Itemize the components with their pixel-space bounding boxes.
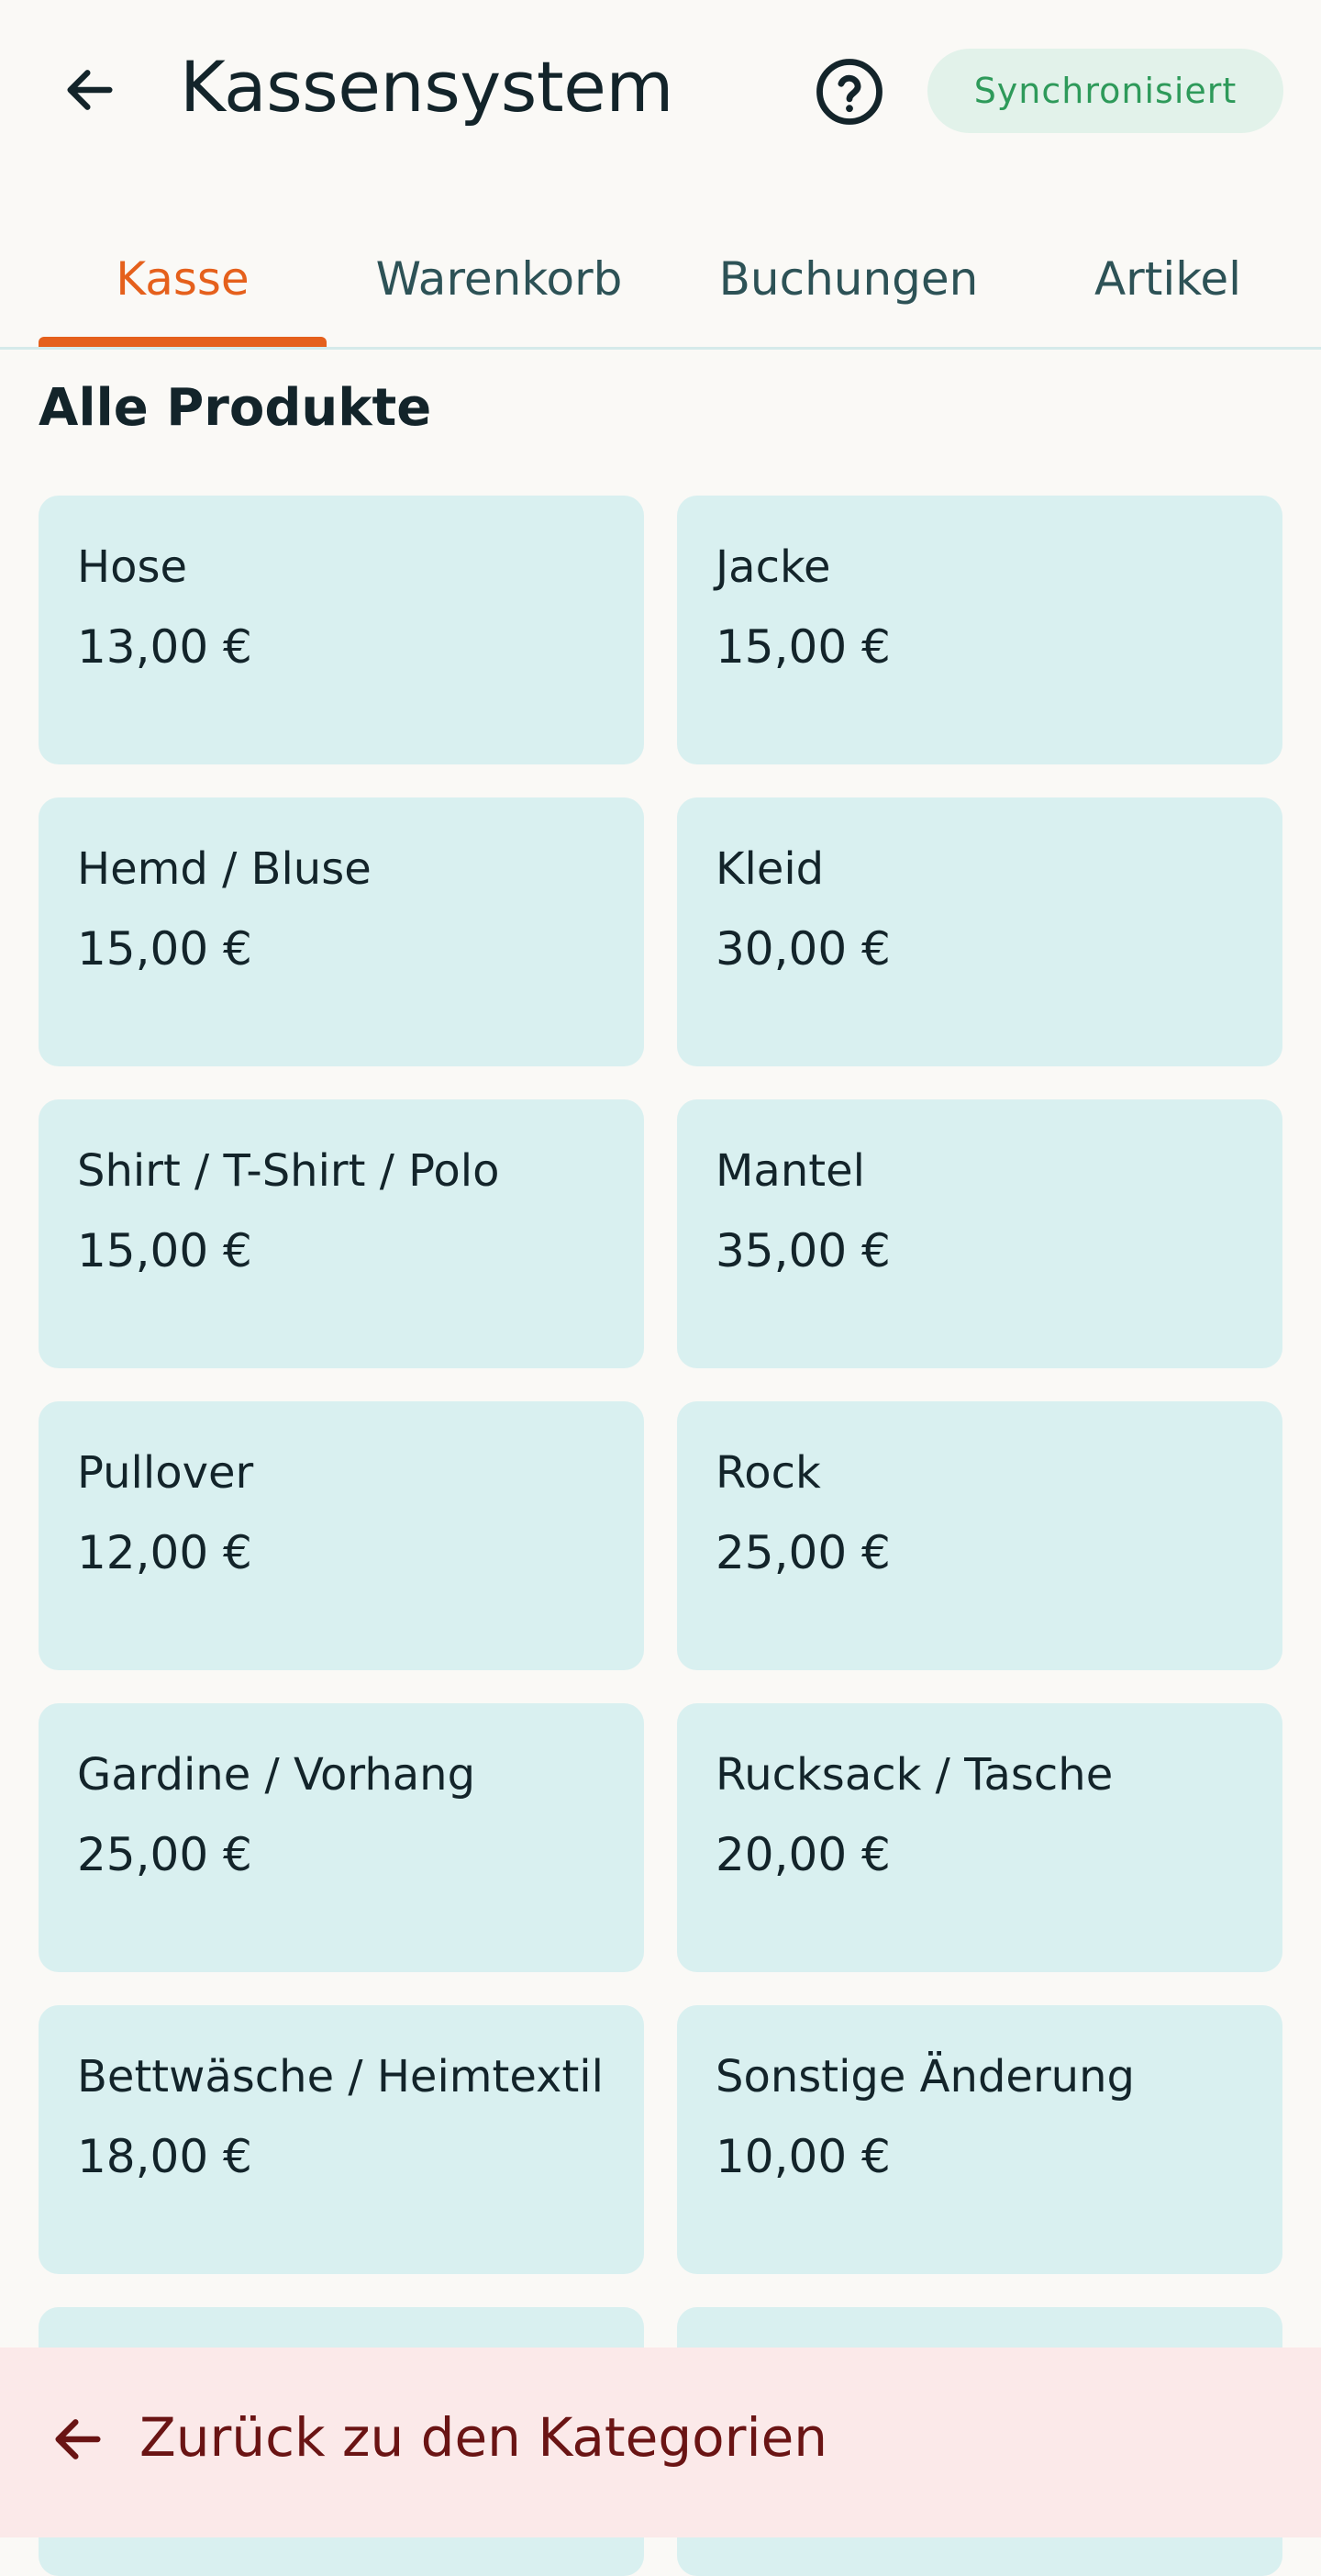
product-card[interactable]: Hose 13,00 €	[39, 496, 644, 764]
tab-kasse[interactable]: Kasse	[39, 211, 327, 347]
product-card[interactable]: Rucksack / Tasche 20,00 €	[677, 1703, 1282, 1972]
product-price: 15,00 €	[716, 620, 891, 674]
product-price: 20,00 €	[716, 1828, 891, 1881]
product-name: Hemd / Bluse	[77, 843, 372, 895]
product-name: Bettwäsche / Heimtextil	[77, 2051, 604, 2102]
tab-artikel[interactable]: Artikel	[1064, 211, 1271, 347]
product-price: 25,00 €	[77, 1828, 252, 1881]
active-tab-indicator	[39, 337, 327, 347]
product-card[interactable]: Pullover 12,00 €	[39, 1401, 644, 1670]
product-name: Shirt / T-Shirt / Polo	[77, 1145, 500, 1197]
product-card[interactable]: Mantel 35,00 €	[677, 1099, 1282, 1368]
tab-buchungen[interactable]: Buchungen	[706, 211, 991, 347]
product-name: Mantel	[716, 1145, 865, 1197]
product-name: Hose	[77, 541, 187, 593]
product-price: 15,00 €	[77, 922, 252, 976]
product-card[interactable]: Bettwäsche / Heimtextil 18,00 €	[39, 2005, 644, 2274]
product-card[interactable]: Sonstige Änderung 10,00 €	[677, 2005, 1282, 2274]
product-grid: Hose 13,00 € Jacke 15,00 € Hemd / Bluse …	[39, 496, 1282, 2576]
product-card[interactable]: Jacke 15,00 €	[677, 496, 1282, 764]
arrow-left-icon	[67, 70, 113, 110]
sync-status-badge: Synchronisiert	[927, 49, 1283, 133]
back-button[interactable]	[53, 53, 127, 127]
product-name: Kleid	[716, 843, 825, 895]
product-name: Sonstige Änderung	[716, 2051, 1135, 2102]
product-price: 35,00 €	[716, 1224, 891, 1277]
product-name: Jacke	[716, 541, 831, 593]
product-price: 25,00 €	[716, 1526, 891, 1579]
product-card[interactable]: Gardine / Vorhang 25,00 €	[39, 1703, 644, 1972]
product-price: 15,00 €	[77, 1224, 252, 1277]
product-name: Pullover	[77, 1447, 254, 1499]
product-card[interactable]: Rock 25,00 €	[677, 1401, 1282, 1670]
product-price: 10,00 €	[716, 2130, 891, 2183]
product-price: 12,00 €	[77, 1526, 252, 1579]
product-price: 18,00 €	[77, 2130, 252, 2183]
arrow-left-icon	[46, 2403, 110, 2476]
tab-warenkorb[interactable]: Warenkorb	[360, 211, 638, 347]
back-to-categories-label: Zurück zu den Kategorien	[139, 2406, 828, 2469]
page-title: Kassensystem	[180, 46, 673, 128]
product-name: Rucksack / Tasche	[716, 1749, 1114, 1801]
product-name: Gardine / Vorhang	[77, 1749, 476, 1801]
back-to-categories-button[interactable]: Zurück zu den Kategorien	[0, 2347, 1321, 2537]
product-card[interactable]: Hemd / Bluse 15,00 €	[39, 797, 644, 1066]
product-price: 13,00 €	[77, 620, 252, 674]
question-circle-icon	[816, 59, 883, 125]
help-button[interactable]	[813, 55, 886, 128]
product-card[interactable]: Kleid 30,00 €	[677, 797, 1282, 1066]
product-card[interactable]: Shirt / T-Shirt / Polo 15,00 €	[39, 1099, 644, 1368]
app-header: Kassensystem Synchronisiert	[0, 0, 1321, 184]
product-price: 30,00 €	[716, 922, 891, 976]
product-name: Rock	[716, 1447, 821, 1499]
section-title: Alle Produkte	[39, 378, 432, 438]
tab-bar: Kasse Warenkorb Buchungen Artikel	[0, 211, 1321, 350]
